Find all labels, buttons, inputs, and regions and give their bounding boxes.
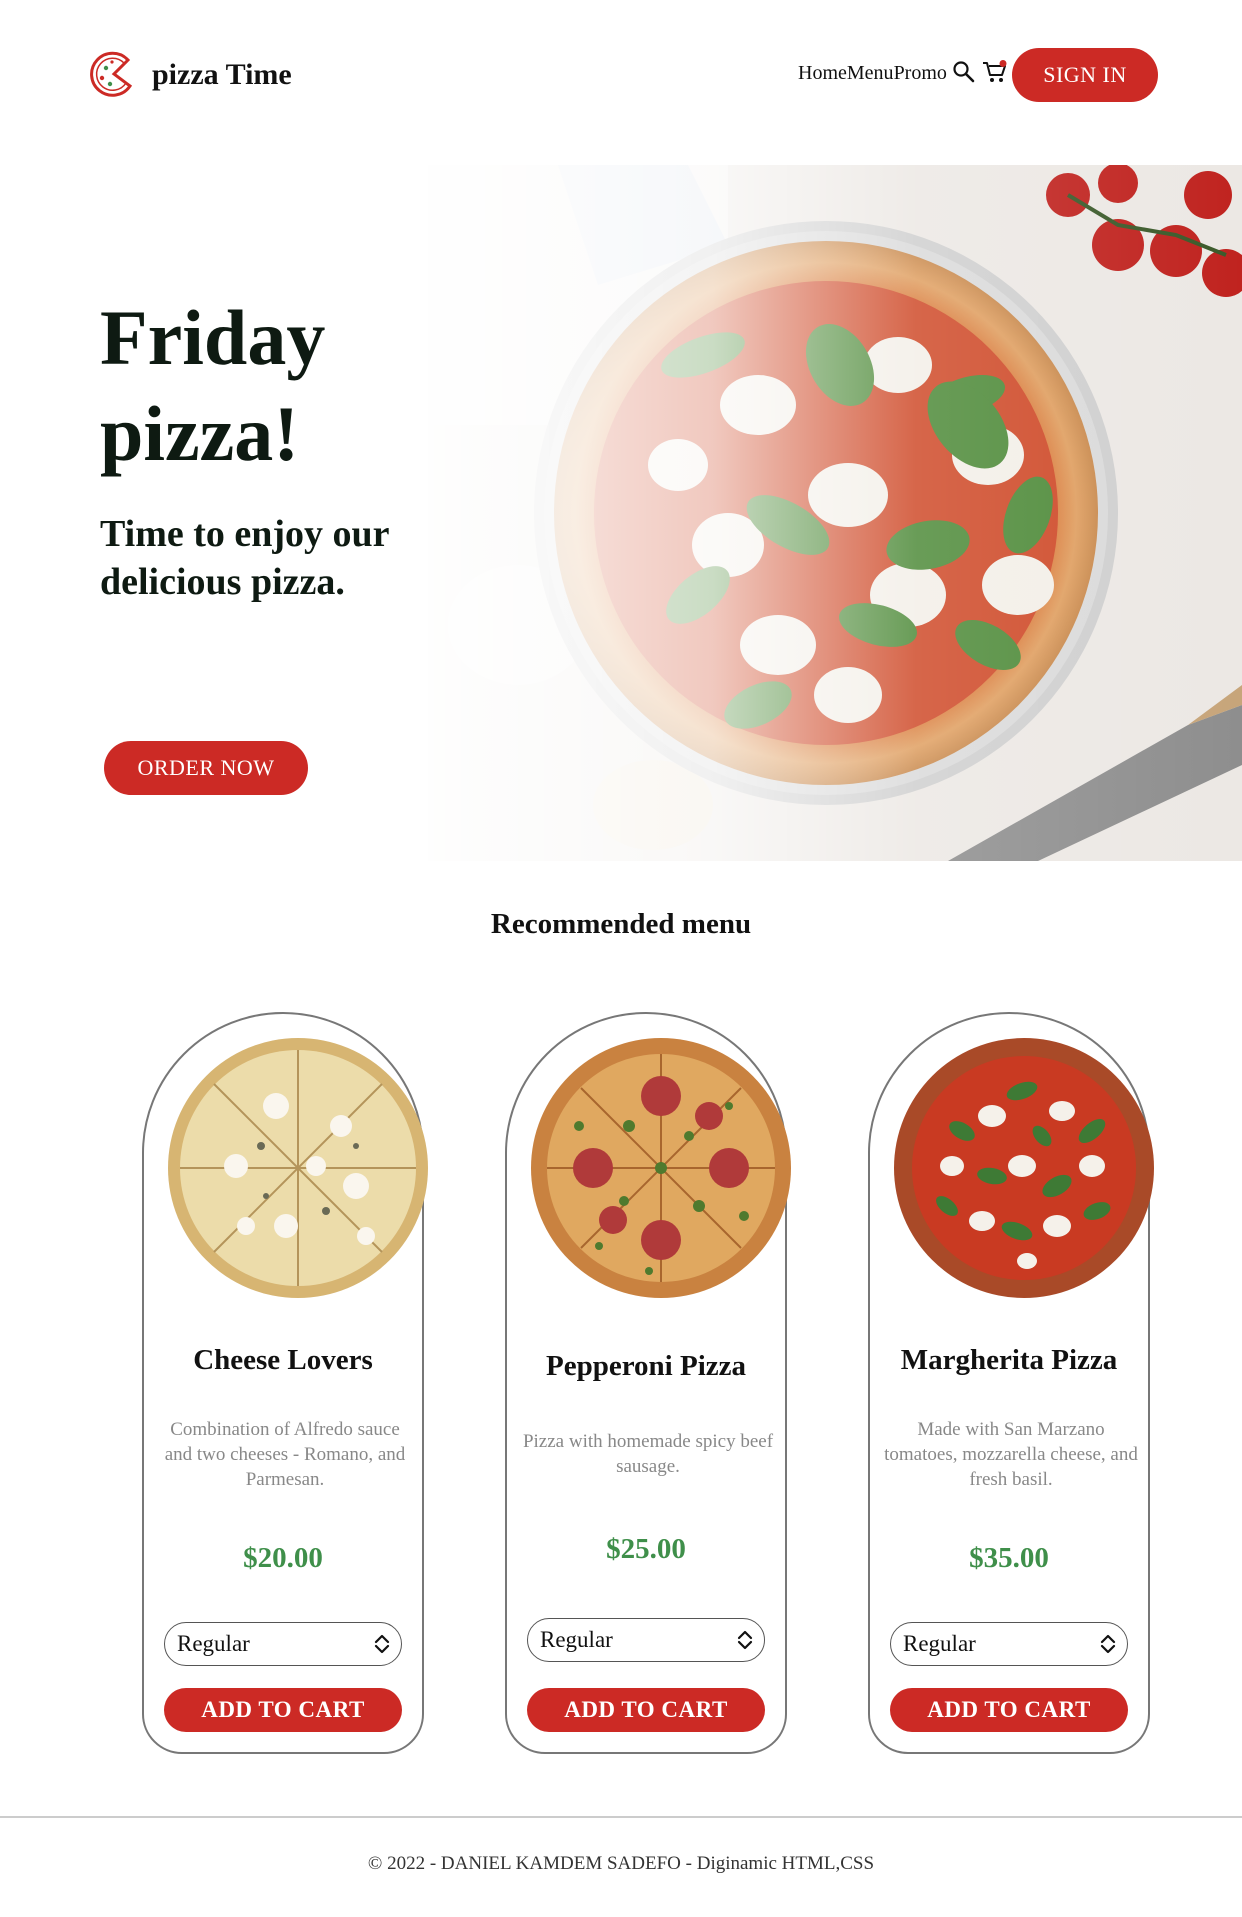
footer-copyright: © 2022 - DANIEL KAMDEM SADEFO - Diginami… — [367, 1853, 875, 1874]
recommended-menu-title: Recommended menu — [490, 908, 752, 940]
cheese-pizza-image — [168, 1038, 428, 1298]
navbar: pizza Time Home Menu Promo SIGN IN — [0, 0, 1242, 150]
chevron-up-down-icon — [374, 1634, 390, 1654]
add-to-cart-button[interactable]: ADD TO CART — [527, 1688, 765, 1732]
pizza-description: Made with San Marzano tomatoes, mozzarel… — [884, 1419, 1138, 1490]
pizza-description: Pizza with homemade spicy beef sausage. — [522, 1431, 774, 1477]
add-to-cart-button[interactable]: ADD TO CART — [890, 1688, 1128, 1732]
pizza-name: Margherita Pizza — [900, 1344, 1118, 1376]
size-select[interactable]: Regular — [527, 1618, 765, 1662]
pizza-price: $20.00 — [243, 1542, 323, 1574]
order-now-button[interactable]: ORDER NOW — [104, 741, 308, 795]
hero-pizza-image — [428, 165, 1242, 861]
pizza-logo-icon[interactable] — [90, 48, 138, 100]
chevron-up-down-icon — [737, 1630, 753, 1650]
nav-menu: Home Menu Promo — [798, 62, 947, 85]
cart-icon[interactable] — [982, 60, 1008, 84]
chevron-up-down-icon — [1100, 1634, 1116, 1654]
brand-name[interactable]: pizza Time — [152, 58, 292, 92]
size-select-value: Regular — [177, 1631, 250, 1656]
pepperoni-pizza-image — [531, 1038, 791, 1298]
footer-divider — [0, 1816, 1242, 1818]
hero-title: Friday pizza! — [100, 294, 326, 477]
pizza-name: Pepperoni Pizza — [545, 1350, 746, 1382]
pizza-price: $25.00 — [606, 1533, 686, 1565]
menu-card: Cheese Lovers Combination of Alfredo sau… — [142, 1012, 428, 1754]
nav-link-home[interactable]: Home — [798, 62, 847, 85]
margherita-pizza-image — [894, 1038, 1154, 1298]
size-select[interactable]: Regular — [164, 1622, 402, 1666]
add-to-cart-button[interactable]: ADD TO CART — [164, 1688, 402, 1732]
sign-in-button[interactable]: SIGN IN — [1012, 48, 1158, 102]
menu-card: Margherita Pizza Made with San Marzano t… — [868, 1012, 1154, 1754]
hero-subtitle: Time to enjoy our delicious pizza. — [100, 513, 389, 603]
nav-link-promo[interactable]: Promo — [894, 62, 947, 85]
pizza-description: Combination of Alfredo sauce and two che… — [164, 1419, 406, 1490]
size-select[interactable]: Regular — [890, 1622, 1128, 1666]
pizza-price: $35.00 — [969, 1542, 1049, 1574]
size-select-value: Regular — [903, 1631, 976, 1656]
menu-card: Pepperoni Pizza Pizza with homemade spic… — [505, 1012, 791, 1754]
search-icon[interactable] — [952, 60, 976, 84]
pizza-name: Cheese Lovers — [193, 1344, 373, 1376]
nav-link-menu[interactable]: Menu — [847, 62, 894, 85]
size-select-value: Regular — [540, 1627, 613, 1652]
